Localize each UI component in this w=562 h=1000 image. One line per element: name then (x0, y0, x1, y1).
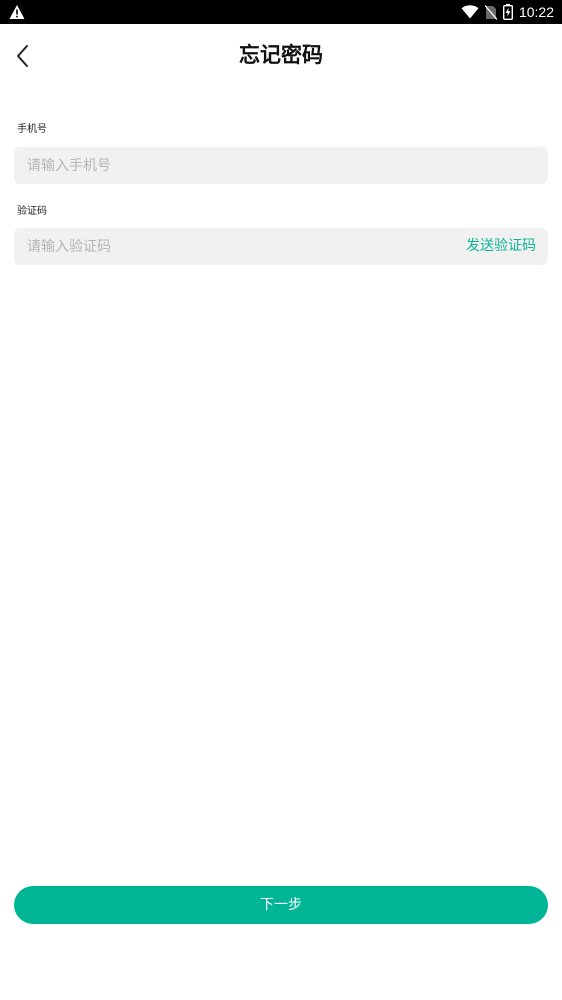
wifi-icon (461, 5, 479, 19)
status-icons: 10:22 (461, 0, 554, 24)
no-sim-icon (484, 4, 497, 20)
phone-field[interactable] (14, 147, 548, 184)
header: 忘记密码 (0, 24, 562, 88)
forgot-password-screen: 10:22 忘记密码 手机号 验证码 发送验证码 下一步 (0, 0, 562, 1000)
send-code-button[interactable]: 发送验证码 (466, 228, 536, 265)
status-time: 10:22 (518, 4, 554, 20)
page-title: 忘记密码 (239, 43, 323, 67)
code-field[interactable]: 发送验证码 (14, 228, 548, 265)
status-bar: 10:22 (0, 0, 562, 24)
battery-charging-icon (502, 4, 513, 20)
phone-label: 手机号 (17, 124, 47, 135)
phone-input[interactable] (27, 147, 527, 184)
code-label: 验证码 (17, 206, 47, 217)
next-button[interactable]: 下一步 (14, 886, 548, 924)
warning-icon (9, 5, 25, 19)
code-input[interactable] (27, 228, 427, 265)
